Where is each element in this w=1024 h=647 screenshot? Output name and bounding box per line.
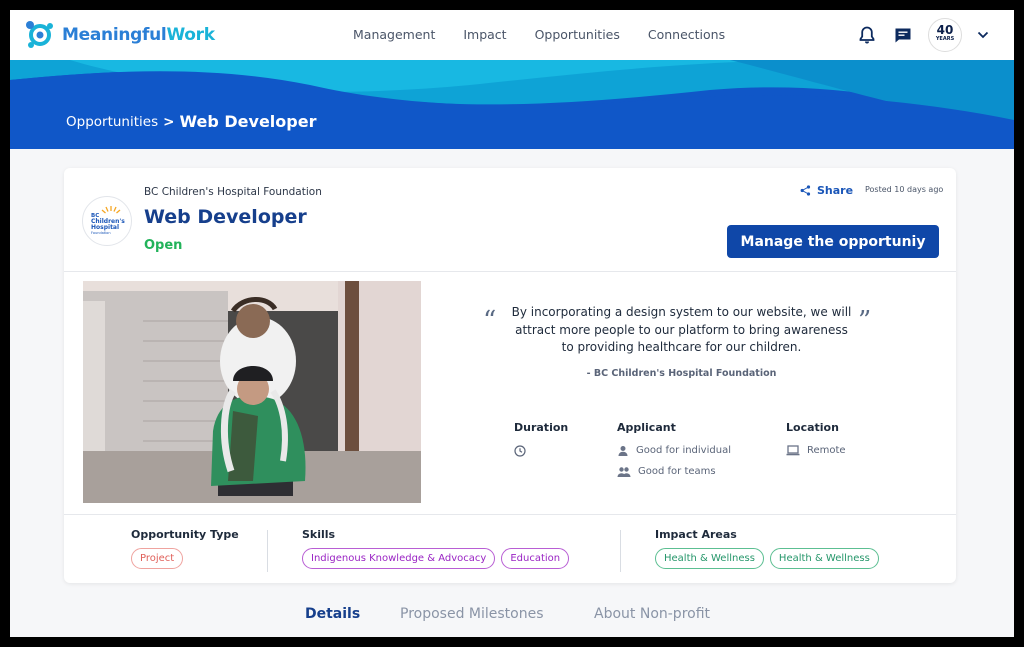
tags-separator-1 [267,530,268,572]
quote-open-icon: “ [483,306,497,336]
nav-actions: 40 YEARS [856,18,990,52]
brand-name: MeaningfulWork [62,25,215,45]
status-badge: Open [144,238,183,253]
chevron-down-icon[interactable] [976,24,990,46]
applicant-individual-text: Good for individual [636,445,731,456]
duration-section: Duration [514,421,568,465]
posted-date: Posted 10 days ago [865,185,944,194]
hero-wave-graphic [10,60,1014,149]
breadcrumb-opportunities[interactable]: Opportunities [66,114,158,130]
svg-text:Foundation: Foundation [91,231,111,235]
location-text: Remote [807,445,846,456]
share-icon [800,185,811,196]
opportunity-photo [83,281,421,503]
duration-label: Duration [514,421,569,434]
share-button[interactable]: Share [800,184,853,197]
location-label: Location [786,421,839,434]
quote-close-icon: ” [858,306,872,336]
org-name[interactable]: BC Children's Hospital Foundation [144,186,322,198]
breadcrumb-current: Web Developer [179,112,317,131]
tab-proposed-milestones[interactable]: Proposed Milestones [400,606,544,622]
manage-opportunity-button[interactable]: Manage the opportuniy [727,225,939,258]
tag-project[interactable]: Project [131,548,184,569]
tags-area: Opportunity Type Project Skills Indigeno… [64,514,956,583]
applicant-individual-row: Good for individual [617,444,731,457]
org-logo: BC Children's Hospital Foundation [82,196,132,246]
quote-text: By incorporating a design system to our … [511,305,852,354]
impact-areas-label: Impact Areas [655,528,737,541]
brand-logo[interactable]: MeaningfulWork [24,19,215,51]
breadcrumb-separator: > [163,113,175,130]
opportunity-title: Web Developer [144,206,307,228]
tab-about-non-profit[interactable]: About Non-profit [594,606,710,622]
nav-management[interactable]: Management [353,27,435,42]
hero-banner: Opportunities > Web Developer [10,60,1014,149]
applicant-teams-text: Good for teams [638,466,716,477]
chat-icon[interactable] [892,24,914,46]
bell-icon[interactable] [856,24,878,46]
laptop-icon [786,445,800,456]
opportunity-card: BC Children's Hospital Foundation BC Chi… [64,168,956,583]
brand-logo-icon [24,19,56,51]
group-icon [617,466,631,477]
impact-areas-section: Impact Areas Health & Wellness Health & … [655,528,879,569]
tab-details[interactable]: Details [305,606,360,622]
location-row: Remote [786,444,846,457]
skills-label: Skills [302,528,336,541]
clock-icon [514,444,526,457]
nav-connections[interactable]: Connections [648,27,725,42]
applicant-teams-row: Good for teams [617,465,731,478]
location-section: Location Remote [786,421,846,465]
applicant-label: Applicant [617,421,676,434]
tag-education[interactable]: Education [501,548,570,569]
applicant-section: Applicant Good for individual Good for t… [617,421,731,486]
header-divider [64,271,956,272]
tag-health-wellness[interactable]: Health & Wellness [655,548,764,569]
svg-text:Hospital: Hospital [91,224,119,231]
main-nav: Management Impact Opportunities Connecti… [353,27,753,42]
skills-section: Skills Indigenous Knowledge & Advocacy E… [302,528,570,569]
tag-health-wellness[interactable]: Health & Wellness [769,548,879,569]
opportunity-type-label: Opportunity Type [131,528,239,541]
avatar[interactable]: 40 YEARS [928,18,962,52]
breadcrumb: Opportunities > Web Developer [66,112,316,131]
opportunity-type-section: Opportunity Type Project [131,528,239,569]
duration-row [514,444,568,457]
app-window: MeaningfulWork Management Impact Opportu… [10,10,1014,637]
tag-indigenous-knowledge[interactable]: Indigenous Knowledge & Advocacy [302,548,496,569]
quote-attribution: - BC Children's Hospital Foundation [586,368,777,379]
share-label: Share [817,184,854,197]
person-icon [618,445,628,456]
nav-opportunities[interactable]: Opportunities [535,27,620,42]
top-nav: MeaningfulWork Management Impact Opportu… [10,10,1014,60]
tags-separator-2 [620,530,621,572]
nav-impact[interactable]: Impact [463,27,506,42]
